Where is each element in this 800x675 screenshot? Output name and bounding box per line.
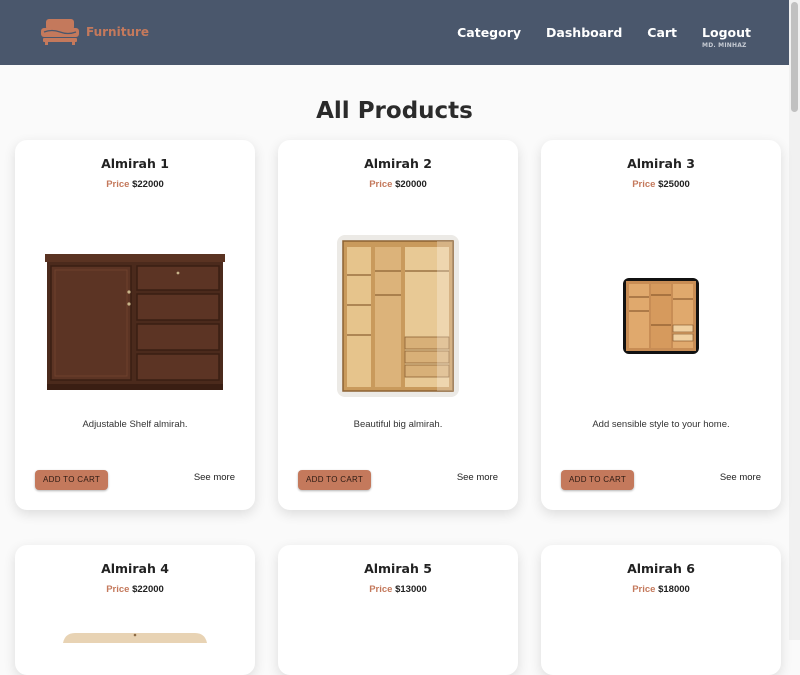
page-title: All Products xyxy=(316,98,473,124)
add-to-cart-button[interactable]: ADD TO CART xyxy=(35,470,109,490)
see-more-link[interactable]: See more xyxy=(457,472,498,483)
add-to-cart-button[interactable]: ADD TO CART xyxy=(298,470,372,490)
product-card: Almirah 1 Price $22000 Adjustable Shelf … xyxy=(15,140,255,510)
product-card: Almirah 5 Price $13000 xyxy=(278,545,518,675)
product-card: Almirah 4 Price $22000 xyxy=(15,545,255,675)
price-value: $22000 xyxy=(132,584,164,595)
product-name: Almirah 6 xyxy=(627,561,695,576)
price-label: Price xyxy=(369,584,393,595)
navbar: Furniture Category Dashboard Cart Logout… xyxy=(0,0,789,65)
product-price: Price $20000 xyxy=(278,179,518,190)
product-image[interactable] xyxy=(61,631,209,643)
nav-dashboard[interactable]: Dashboard xyxy=(546,25,622,40)
price-value: $18000 xyxy=(658,584,690,595)
product-price: Price $22000 xyxy=(15,584,255,595)
see-more-link[interactable]: See more xyxy=(720,472,761,483)
product-card: Almirah 2 Price $20000 Beautiful big alm… xyxy=(278,140,518,510)
price-label: Price xyxy=(632,179,656,190)
product-description: Beautiful big almirah. xyxy=(353,419,443,430)
price-label: Price xyxy=(632,584,656,595)
nav-links: Category Dashboard Cart Logout MD. MINHA… xyxy=(457,25,751,49)
scrollbar[interactable] xyxy=(789,0,800,640)
product-name: Almirah 2 xyxy=(364,156,432,171)
user-name: MD. MINHAZ xyxy=(702,42,747,49)
product-card: Almirah 3 Price $25000 Add sensible styl… xyxy=(541,140,781,510)
price-label: Price xyxy=(106,584,130,595)
product-price: Price $22000 xyxy=(15,179,255,190)
product-image[interactable] xyxy=(622,277,700,355)
product-card: Almirah 6 Price $18000 xyxy=(541,545,781,675)
product-image[interactable] xyxy=(43,252,227,392)
product-price: Price $18000 xyxy=(541,584,781,595)
nav-cart[interactable]: Cart xyxy=(647,25,677,40)
price-value: $13000 xyxy=(395,584,427,595)
brand[interactable]: Furniture xyxy=(40,18,149,46)
price-value: $25000 xyxy=(658,179,690,190)
scrollbar-thumb[interactable] xyxy=(791,2,798,112)
sofa-logo-icon xyxy=(41,19,79,45)
product-image[interactable] xyxy=(337,235,459,397)
price-value: $22000 xyxy=(132,179,164,190)
nav-logout-label: Logout xyxy=(702,25,751,40)
product-name: Almirah 1 xyxy=(101,156,169,171)
price-label: Price xyxy=(369,179,393,190)
nav-logout[interactable]: Logout MD. MINHAZ xyxy=(702,25,751,49)
price-value: $20000 xyxy=(395,179,427,190)
product-price: Price $25000 xyxy=(541,179,781,190)
brand-name: Furniture xyxy=(86,25,150,39)
product-name: Almirah 4 xyxy=(101,561,169,576)
product-description: Adjustable Shelf almirah. xyxy=(82,419,188,430)
see-more-link[interactable]: See more xyxy=(194,472,235,483)
product-price: Price $13000 xyxy=(278,584,518,595)
product-description: Add sensible style to your home. xyxy=(592,419,730,430)
add-to-cart-button[interactable]: ADD TO CART xyxy=(561,470,635,490)
nav-category[interactable]: Category xyxy=(457,25,521,40)
price-label: Price xyxy=(106,179,130,190)
product-name: Almirah 3 xyxy=(627,156,695,171)
product-name: Almirah 5 xyxy=(364,561,432,576)
